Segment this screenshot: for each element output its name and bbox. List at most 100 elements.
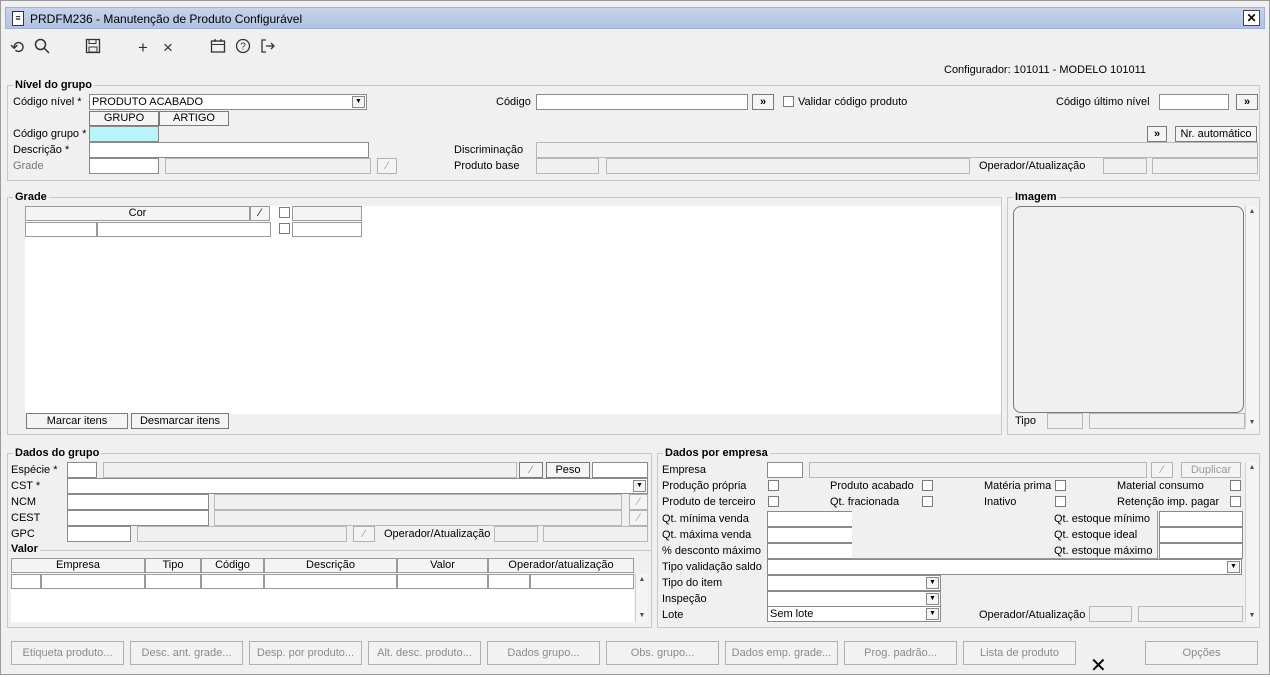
scroll-up-icon[interactable]: ▲: [636, 574, 648, 586]
desp-por-produto-button[interactable]: Desp. por produto...: [249, 641, 362, 665]
undo-icon[interactable]: ⟲: [7, 38, 27, 58]
materia-prima-checkbox[interactable]: [1055, 480, 1066, 491]
chevron-down-icon[interactable]: ▼: [926, 608, 939, 620]
empresa-wand-icon[interactable]: ⁄: [1151, 462, 1173, 478]
produto-terceiro-checkbox[interactable]: [768, 496, 779, 507]
peso-input[interactable]: [592, 462, 648, 478]
desmarcar-itens-button[interactable]: Desmarcar itens: [131, 413, 229, 429]
codigo-ultimo-button[interactable]: »: [1236, 94, 1258, 110]
inspecao-select[interactable]: ▼: [767, 591, 941, 607]
ncm-input[interactable]: [67, 494, 209, 510]
chevron-down-icon[interactable]: ▼: [1227, 561, 1240, 573]
codigo-nivel-select[interactable]: PRODUTO ACABADO ▼: [89, 94, 367, 110]
gpc-wand-icon[interactable]: ⁄: [353, 526, 375, 542]
chevron-down-icon[interactable]: ▼: [633, 480, 646, 492]
chevron-down-icon[interactable]: ▼: [352, 96, 365, 108]
desc-ant-grade-button[interactable]: Desc. ant. grade...: [130, 641, 243, 665]
add-icon[interactable]: +: [133, 38, 153, 58]
cest-wand-icon[interactable]: ⁄: [629, 510, 648, 526]
save-icon[interactable]: [83, 38, 103, 58]
cor-header[interactable]: Cor: [25, 206, 250, 221]
valor-cell[interactable]: [264, 574, 397, 589]
prog-padrao-button[interactable]: Prog. padrão...: [844, 641, 957, 665]
alt-desc-produto-button[interactable]: Alt. desc. produto...: [368, 641, 481, 665]
valor-cell[interactable]: [11, 574, 41, 589]
valor-col-descricao[interactable]: Descrição: [264, 558, 397, 573]
valor-cell[interactable]: [488, 574, 530, 589]
valor-scrollbar[interactable]: ▲ ▼: [635, 574, 648, 622]
imagem-scrollbar[interactable]: ▲ ▼: [1245, 206, 1258, 429]
nr-automatico-button[interactable]: Nr. automático: [1175, 126, 1257, 142]
qt-fracionada-checkbox[interactable]: [922, 496, 933, 507]
close-icon[interactable]: ✕: [1243, 10, 1260, 26]
valor-cell[interactable]: [145, 574, 201, 589]
lista-produto-button[interactable]: Lista de produto: [963, 641, 1076, 665]
qt-est-min-input[interactable]: [1159, 511, 1243, 527]
grade-wand-icon[interactable]: ⁄: [377, 158, 397, 174]
codigo-input[interactable]: [536, 94, 748, 110]
grade-header-checkbox[interactable]: [279, 207, 290, 218]
valor-col-operador[interactable]: Operador/atualização: [488, 558, 634, 573]
qt-min-venda-input[interactable]: [767, 511, 853, 527]
codigo-ultimo-input[interactable]: [1159, 94, 1229, 110]
retencao-checkbox[interactable]: [1230, 496, 1241, 507]
nr-arrow-button[interactable]: »: [1147, 126, 1167, 142]
empresa-input[interactable]: [767, 462, 803, 478]
grade-cell[interactable]: [292, 222, 362, 237]
valor-cell[interactable]: [397, 574, 488, 589]
validar-checkbox[interactable]: [783, 96, 794, 107]
scroll-down-icon[interactable]: ▼: [1246, 610, 1258, 622]
qt-est-max-input[interactable]: [1159, 543, 1243, 559]
valor-cell[interactable]: [530, 574, 634, 589]
etiqueta-produto-button[interactable]: Etiqueta produto...: [11, 641, 124, 665]
chevron-down-icon[interactable]: ▼: [926, 593, 939, 605]
empresa-scrollbar[interactable]: ▲ ▼: [1245, 462, 1258, 622]
calendar-icon[interactable]: [208, 38, 228, 58]
tipo-item-select[interactable]: ▼: [767, 575, 941, 591]
lote-select[interactable]: Sem lote ▼: [767, 606, 941, 622]
tipo-validacao-select[interactable]: ▼: [767, 559, 1242, 575]
help-icon[interactable]: ?: [233, 38, 253, 58]
desc-max-input[interactable]: [767, 543, 853, 559]
marcar-itens-button[interactable]: Marcar itens: [26, 413, 128, 429]
codigo-grupo-input[interactable]: [89, 126, 159, 142]
especie-input[interactable]: [67, 462, 97, 478]
grade-row-checkbox[interactable]: [279, 223, 290, 234]
image-preview[interactable]: [1013, 206, 1244, 413]
scroll-up-icon[interactable]: ▲: [1246, 206, 1258, 218]
search-icon[interactable]: [32, 38, 52, 58]
dados-emp-grade-button[interactable]: Dados emp. grade...: [725, 641, 838, 665]
delete-icon[interactable]: ×: [158, 38, 178, 58]
valor-cell[interactable]: [41, 574, 145, 589]
scroll-up-icon[interactable]: ▲: [1246, 462, 1258, 474]
duplicar-button[interactable]: Duplicar: [1181, 462, 1241, 478]
cest-input[interactable]: [67, 510, 209, 526]
cor-wand-icon[interactable]: ⁄: [250, 206, 270, 221]
valor-col-tipo[interactable]: Tipo: [145, 558, 201, 573]
valor-col-valor[interactable]: Valor: [397, 558, 488, 573]
valor-cell[interactable]: [201, 574, 264, 589]
codigo-search-button[interactable]: »: [752, 94, 774, 110]
obs-grupo-button[interactable]: Obs. grupo...: [606, 641, 719, 665]
producao-propria-checkbox[interactable]: [768, 480, 779, 491]
tab-artigo[interactable]: ARTIGO: [159, 111, 229, 126]
ncm-wand-icon[interactable]: ⁄: [629, 494, 648, 510]
scroll-down-icon[interactable]: ▼: [636, 610, 648, 622]
valor-col-codigo[interactable]: Código: [201, 558, 264, 573]
grade-cell[interactable]: [97, 222, 271, 237]
grade-cell[interactable]: [25, 222, 97, 237]
inativo-checkbox[interactable]: [1055, 496, 1066, 507]
tab-grupo[interactable]: GRUPO: [89, 111, 159, 126]
valor-col-empresa[interactable]: Empresa: [11, 558, 145, 573]
especie-wand-icon[interactable]: ⁄: [519, 462, 543, 478]
grade-input[interactable]: [89, 158, 159, 174]
opcoes-button[interactable]: Opções: [1145, 641, 1258, 665]
chevron-down-icon[interactable]: ▼: [926, 577, 939, 589]
qt-est-ideal-input[interactable]: [1159, 527, 1243, 543]
exit-icon[interactable]: [258, 38, 278, 58]
qt-max-venda-input[interactable]: [767, 527, 853, 543]
gpc-input[interactable]: [67, 526, 131, 542]
scroll-down-icon[interactable]: ▼: [1246, 417, 1258, 429]
grade-grid[interactable]: [25, 206, 1001, 414]
cst-select[interactable]: ▼: [67, 478, 648, 494]
